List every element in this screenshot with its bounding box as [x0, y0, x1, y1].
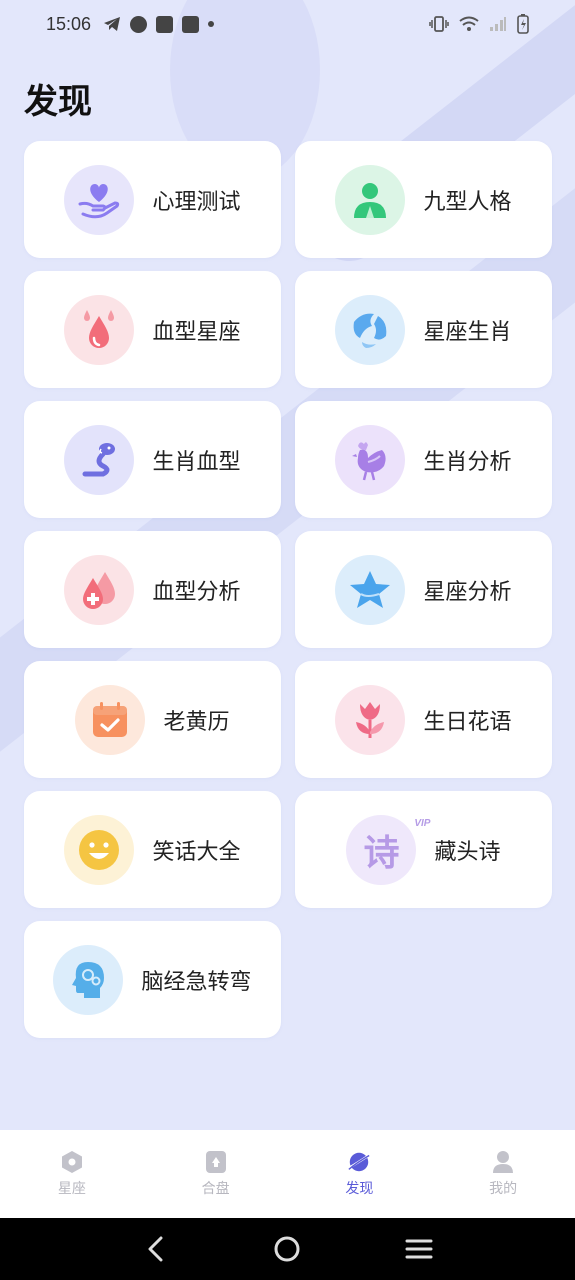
poem-char-icon: 诗 VIP — [346, 814, 430, 885]
bottom-tab-bar: 星座 合盘 发现 我的 — [0, 1130, 575, 1218]
brain-head-icon — [53, 944, 124, 1015]
card-label: 血型分析 — [152, 579, 241, 605]
tab-label: 合盘 — [201, 1181, 230, 1197]
card-label: 星座分析 — [423, 579, 512, 605]
card-label: 心理测试 — [152, 189, 241, 215]
card-label: 九型人格 — [423, 189, 512, 215]
system-icons — [429, 14, 529, 34]
heart-hand-icon — [64, 164, 135, 235]
globe-icon — [335, 294, 406, 365]
tab-label: 星座 — [57, 1181, 86, 1197]
tulip-icon — [335, 684, 406, 755]
wifi-icon — [459, 16, 479, 31]
home-icon[interactable] — [267, 1229, 307, 1269]
smile-icon — [64, 814, 135, 885]
blood-drops-icon — [64, 294, 135, 365]
card-brain-teaser[interactable]: 脑经急转弯 — [24, 921, 281, 1038]
vibrate-icon — [429, 16, 449, 32]
vip-badge: VIP — [414, 817, 431, 829]
card-animal-blood[interactable]: 生肖血型 — [24, 401, 281, 518]
status-time: 15:06 — [46, 13, 92, 34]
card-icon — [204, 1150, 228, 1174]
check-circle-icon — [130, 15, 148, 33]
card-label: 笑话大全 — [152, 839, 241, 865]
status-bar: 15:06 — [0, 0, 575, 48]
person-icon — [335, 164, 406, 235]
user-icon — [491, 1150, 515, 1174]
card-blood-analysis[interactable]: 血型分析 — [24, 531, 281, 648]
planet-icon — [347, 1150, 372, 1174]
snake-icon — [64, 424, 135, 495]
card-animal-analysis[interactable]: 生肖分析 — [295, 401, 552, 518]
page-title: 发现 — [24, 82, 92, 122]
card-label: 藏头诗 — [434, 839, 501, 865]
rooster-icon — [335, 424, 406, 495]
tab-label: 发现 — [345, 1181, 374, 1197]
card-zodiac-analysis[interactable]: 星座分析 — [295, 531, 552, 648]
card-label: 生肖血型 — [152, 449, 241, 475]
calendar-icon — [75, 684, 146, 755]
card-label: 老黄历 — [163, 709, 230, 735]
tab-wode[interactable]: 我的 — [431, 1130, 575, 1218]
card-label: 脑经急转弯 — [141, 969, 252, 995]
card-label: 星座生肖 — [423, 319, 512, 345]
card-label: 生日花语 — [423, 709, 512, 735]
tab-hepan[interactable]: 合盘 — [144, 1130, 288, 1218]
hexagon-icon — [60, 1150, 84, 1174]
more-dot-icon — [208, 21, 215, 27]
battery-icon — [517, 14, 529, 34]
feature-grid: 心理测试 九型人格 血型星座 星座生肖 生肖血型 生肖分析 血型分析 星座分析 … — [24, 141, 552, 1038]
system-nav-bar — [0, 1218, 575, 1280]
card-label: 血型星座 — [152, 319, 241, 345]
tab-xingzuo[interactable]: 星座 — [0, 1130, 144, 1218]
star-icon — [335, 554, 406, 625]
back-icon[interactable] — [136, 1229, 176, 1269]
blood-drop-cross-icon — [64, 554, 135, 625]
tab-label: 我的 — [489, 1181, 518, 1197]
menu-icon[interactable] — [399, 1229, 439, 1269]
card-birthday-flower[interactable]: 生日花语 — [295, 661, 552, 778]
poem-char: 诗 — [363, 831, 400, 874]
card-enneagram[interactable]: 九型人格 — [295, 141, 552, 258]
signal-icon — [490, 17, 506, 31]
tab-faxian[interactable]: 发现 — [288, 1130, 432, 1218]
card-label: 生肖分析 — [423, 449, 512, 475]
card-psych-test[interactable]: 心理测试 — [24, 141, 281, 258]
telegram-icon — [104, 17, 121, 31]
card-zodiac-animal[interactable]: 星座生肖 — [295, 271, 552, 388]
mail-icon-2 — [182, 15, 200, 33]
mail-icon — [156, 15, 174, 33]
card-acrostic-poem[interactable]: 诗 VIP 藏头诗 — [295, 791, 552, 908]
notification-icons — [103, 15, 215, 33]
card-almanac[interactable]: 老黄历 — [24, 661, 281, 778]
card-blood-zodiac[interactable]: 血型星座 — [24, 271, 281, 388]
card-jokes[interactable]: 笑话大全 — [24, 791, 281, 908]
